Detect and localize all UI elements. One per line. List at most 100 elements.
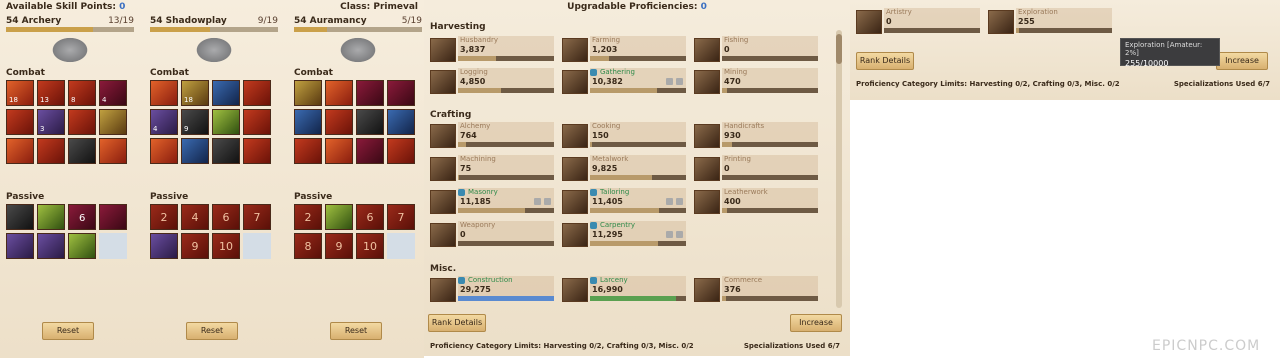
zoom-rank-details-button[interactable]: Rank Details (856, 52, 914, 70)
proficiency-cooking[interactable]: Cooking 150 (562, 122, 686, 150)
proficiency-alchemy[interactable]: Alchemy 764 (430, 122, 554, 150)
proficiency-weaponry[interactable]: Weaponry 0 (430, 221, 554, 249)
combat-skill-icon[interactable] (325, 80, 353, 106)
passive-skill-icon[interactable] (37, 204, 65, 230)
skills-panel: Available Skill Points: 0 Class: Primeva… (0, 0, 424, 358)
passive-skill-icon[interactable]: 2 (294, 204, 322, 230)
combat-skill-icon[interactable]: 4 (99, 80, 127, 106)
passive-skill-icon[interactable]: 4 (181, 204, 209, 230)
combat-skill-icon[interactable] (212, 138, 240, 164)
passive-skill-icon[interactable]: 6 (356, 204, 384, 230)
reset-button[interactable]: Reset (186, 322, 238, 340)
combat-skill-icon[interactable] (150, 80, 178, 106)
combat-skill-icon[interactable] (212, 109, 240, 135)
combat-skill-icon[interactable]: 18 (181, 80, 209, 106)
combat-skill-icon[interactable] (325, 138, 353, 164)
combat-skill-icon[interactable] (99, 138, 127, 164)
scrollbar-thumb[interactable] (836, 34, 842, 64)
combat-skill-icon[interactable] (6, 109, 34, 135)
passive-skill-icon[interactable]: 7 (387, 204, 415, 230)
combat-skill-icon[interactable]: 8 (68, 80, 96, 106)
combat-skill-icon[interactable] (356, 80, 384, 106)
passive-skill-icon[interactable]: 2 (150, 204, 178, 230)
combat-skill-icon[interactable] (99, 109, 127, 135)
combat-skill-icon[interactable] (37, 138, 65, 164)
passive-skill-icon[interactable]: 10 (212, 233, 240, 259)
passive-skill-icon[interactable]: 9 (181, 233, 209, 259)
proficiency-larceny[interactable]: Larceny 16,990 (562, 276, 686, 304)
combat-skill-icon[interactable] (294, 80, 322, 106)
combat-skill-icon[interactable] (243, 109, 271, 135)
passive-skill-icon[interactable] (37, 233, 65, 259)
proficiency-exploration[interactable]: Exploration 255 (988, 8, 1112, 36)
combat-skill-icon[interactable] (387, 80, 415, 106)
rank-details-button[interactable]: Rank Details (428, 314, 486, 332)
combat-skill-icon[interactable]: 4 (150, 109, 178, 135)
proficiency-scrollbar[interactable] (836, 30, 842, 308)
passive-skill-icon[interactable]: 6 (68, 204, 96, 230)
proficiency-husbandry[interactable]: Husbandry 3,837 (430, 36, 554, 64)
passive-skill-icon[interactable] (6, 204, 34, 230)
proficiency-gathering[interactable]: Gathering 10,382 (562, 68, 686, 96)
tailoring-icon (562, 190, 588, 214)
combat-skill-icon[interactable] (387, 138, 415, 164)
proficiency-tailoring[interactable]: Tailoring 11,405 (562, 188, 686, 216)
combat-skill-icon[interactable]: 3 (37, 109, 65, 135)
passive-skill-icon[interactable]: 7 (243, 204, 271, 230)
proficiency-handicrafts[interactable]: Handicrafts 930 (694, 122, 818, 150)
reset-button[interactable]: Reset (42, 322, 94, 340)
combat-skill-icon[interactable] (150, 138, 178, 164)
combat-skill-icon[interactable] (68, 138, 96, 164)
item-name: Mining (724, 68, 748, 76)
proficiency-fishing[interactable]: Fishing 0 (694, 36, 818, 64)
passive-skill-icon[interactable]: 6 (212, 204, 240, 230)
combat-skill-icon[interactable]: 18 (6, 80, 34, 106)
larceny-icon (562, 278, 588, 302)
combat-skill-icon[interactable] (356, 138, 384, 164)
combat-skill-icon[interactable] (325, 109, 353, 135)
passive-skill-icon[interactable] (99, 204, 127, 230)
increase-button[interactable]: Increase (790, 314, 842, 332)
combat-skill-icon[interactable] (294, 138, 322, 164)
item-value: 764 (460, 131, 477, 140)
construction-icon (430, 278, 456, 302)
reset-button[interactable]: Reset (330, 322, 382, 340)
combat-skill-icon[interactable] (356, 109, 384, 135)
proficiency-artistry[interactable]: Artistry 0 (856, 8, 980, 36)
combat-skill-icon[interactable] (212, 80, 240, 106)
proficiency-commerce[interactable]: Commerce 376 (694, 276, 818, 304)
item-name: Carpentry (600, 221, 636, 229)
proficiency-farming[interactable]: Farming 1,203 (562, 36, 686, 64)
zoom-increase-button[interactable]: Increase (1216, 52, 1268, 70)
item-name: Leatherwork (724, 188, 768, 196)
proficiency-mining[interactable]: Mining 470 (694, 68, 818, 96)
proficiency-printing[interactable]: Printing 0 (694, 155, 818, 183)
combat-skill-icon[interactable] (243, 80, 271, 106)
combat-skill-icon[interactable] (243, 138, 271, 164)
combat-skill-icon[interactable] (68, 109, 96, 135)
passive-skill-icon[interactable] (6, 233, 34, 259)
passive-skill-icon[interactable]: 8 (294, 233, 322, 259)
proficiency-carpentry[interactable]: Carpentry 11,295 (562, 221, 686, 249)
combat-skill-icon[interactable] (181, 138, 209, 164)
item-value: 11,185 (460, 197, 491, 206)
combat-skill-icon[interactable] (294, 109, 322, 135)
tree-emblem-icon (338, 36, 378, 64)
skill-level: 18 (184, 96, 193, 104)
passive-skill-icon[interactable] (325, 204, 353, 230)
proficiency-leatherwork[interactable]: Leatherwork 400 (694, 188, 818, 216)
passive-skill-icon[interactable] (68, 233, 96, 259)
proficiency-machining[interactable]: Machining 75 (430, 155, 554, 183)
passive-skill-icon[interactable]: 9 (325, 233, 353, 259)
proficiency-construction[interactable]: Construction 29,275 (430, 276, 554, 304)
combat-skill-icon[interactable] (387, 109, 415, 135)
proficiency-logging[interactable]: Logging 4,850 (430, 68, 554, 96)
combat-skill-icon[interactable]: 13 (37, 80, 65, 106)
passive-skill-icon[interactable]: 10 (356, 233, 384, 259)
passive-skill-icon[interactable] (150, 233, 178, 259)
proficiency-masonry[interactable]: Masonry 11,185 (430, 188, 554, 216)
tree-header: 54 Shadowplay 9/19 (150, 16, 278, 26)
combat-skill-icon[interactable]: 9 (181, 109, 209, 135)
combat-skill-icon[interactable] (6, 138, 34, 164)
proficiency-metalwork[interactable]: Metalwork 9,825 (562, 155, 686, 183)
